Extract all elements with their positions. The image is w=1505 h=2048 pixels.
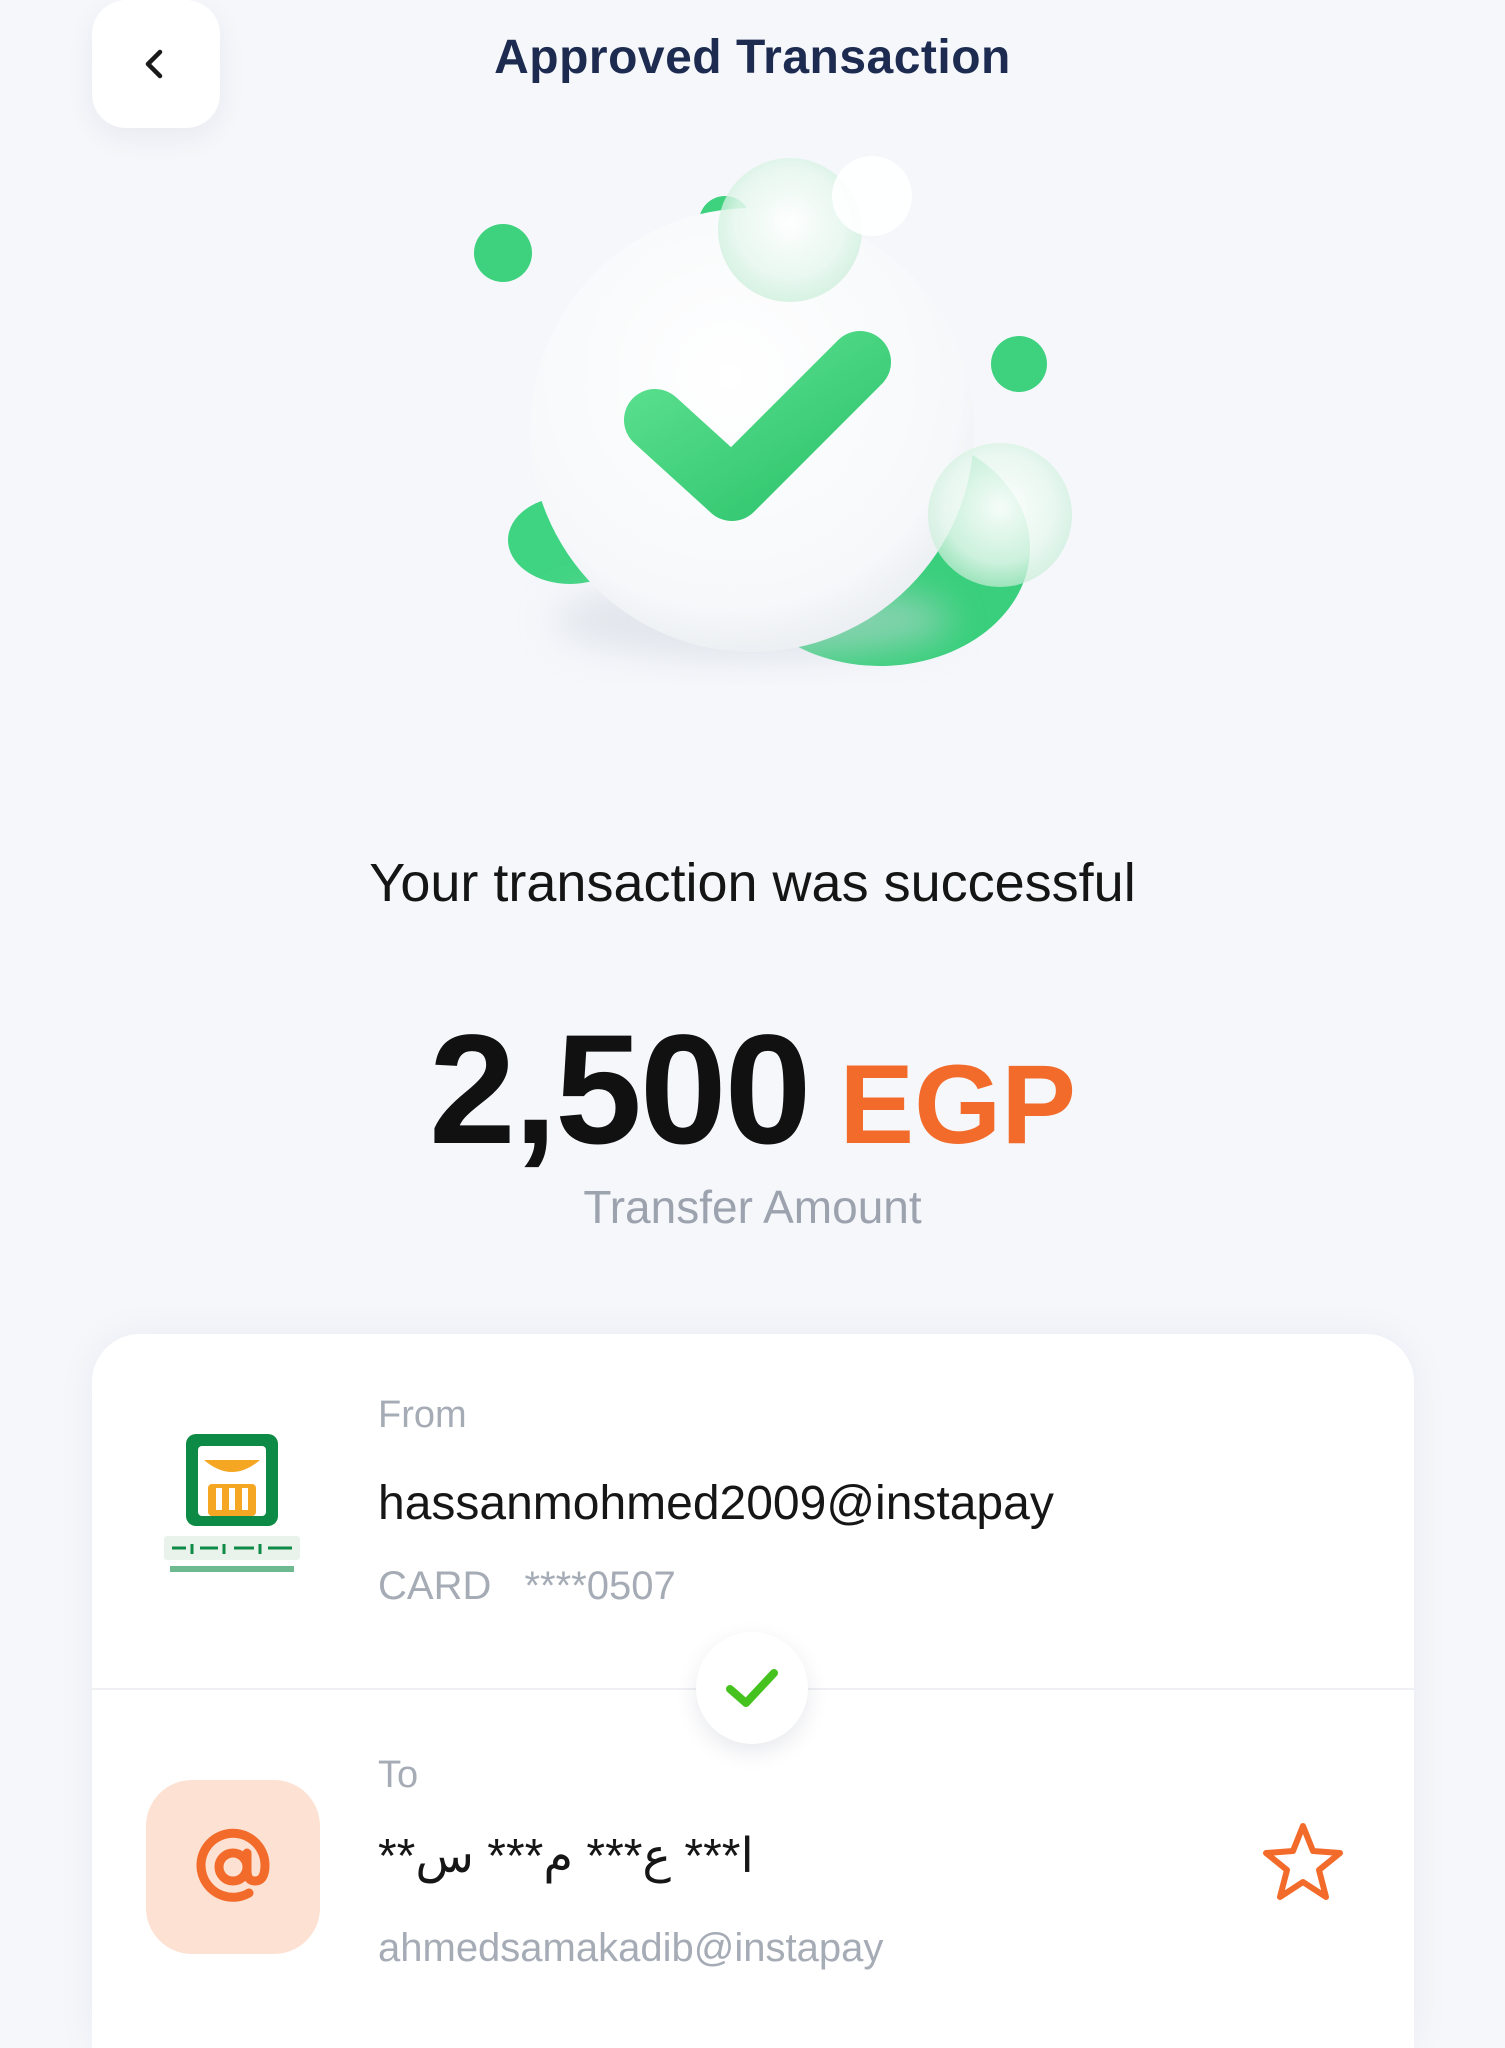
bank-logo <box>164 1434 300 1572</box>
star-outline-icon[interactable] <box>1258 1818 1348 1908</box>
from-address: hassanmohmed2009@instapay <box>378 1477 1054 1530</box>
recipient-name: ا*** ع*** م*** س** <box>378 1830 754 1883</box>
to-address: ahmedsamakadib@instapay <box>378 1926 884 1970</box>
check-icon <box>726 1669 778 1707</box>
amount-currency: EGP <box>839 1042 1076 1167</box>
status-badge <box>696 1632 808 1744</box>
from-label: From <box>378 1394 467 1436</box>
recipient-avatar <box>146 1780 320 1954</box>
to-label: To <box>378 1754 419 1796</box>
card-info: CARD ****0507 <box>378 1564 676 1609</box>
amount-value: 2,500 <box>429 1003 811 1177</box>
amount-label: Transfer Amount <box>583 1181 922 1233</box>
transfer-details-card: From hassanmohmed2009@instapay CARD ****… <box>92 1334 1414 2048</box>
success-check-illustration <box>474 156 1072 666</box>
success-message: Your transaction was successful <box>369 853 1136 913</box>
at-sign-icon <box>196 1828 270 1902</box>
card-label: CARD <box>378 1564 492 1608</box>
card-number: ****0507 <box>524 1564 676 1608</box>
